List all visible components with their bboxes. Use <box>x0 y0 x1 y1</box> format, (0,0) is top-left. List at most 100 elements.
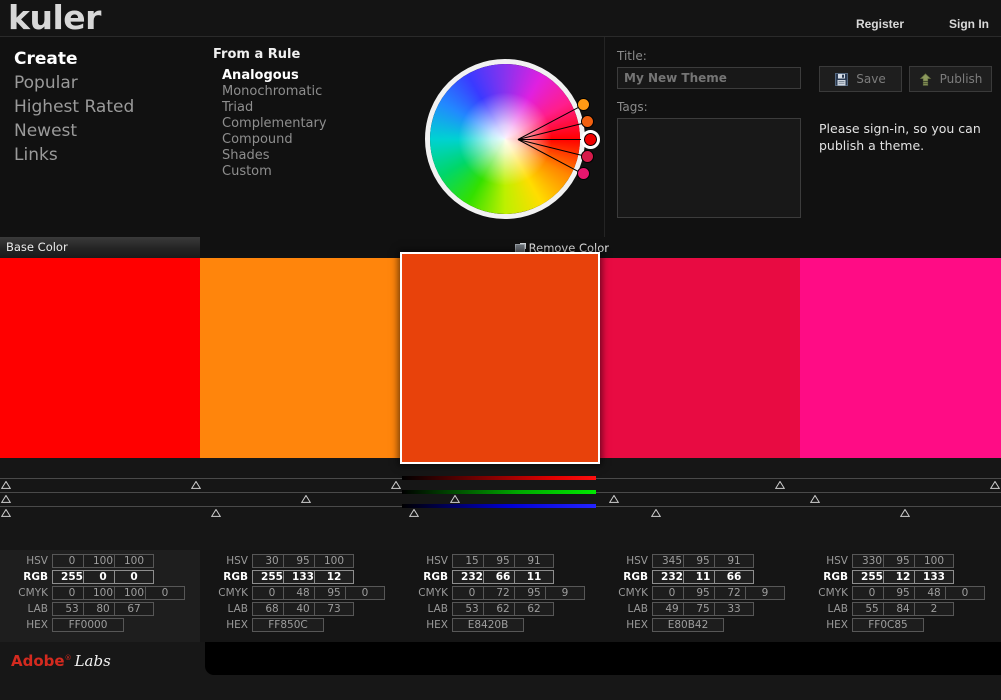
color-swatch-4[interactable] <box>600 258 800 458</box>
value-field-lab-3[interactable]: 73 <box>314 602 354 616</box>
color-values-column-4: HSV 345 95 91 RGB 232 11 66 CMYK 0 95 72 9 LAB 49 75 33 H… <box>600 550 800 642</box>
channel-thumb-r-5[interactable] <box>990 481 1000 489</box>
value-field-cmyk-4[interactable]: 0 <box>345 586 385 600</box>
sidebar-item-newest[interactable]: Newest <box>14 119 194 143</box>
rule-item-analogous[interactable]: Analogous <box>213 68 403 84</box>
channel-thumb-r-1[interactable] <box>1 481 11 489</box>
theme-form: Title: Tags: Save <box>604 37 1001 237</box>
footer-dark-panel <box>205 642 1001 675</box>
rule-item-monochromatic[interactable]: Monochromatic <box>213 84 403 100</box>
value-field-rgb-3[interactable]: 0 <box>114 570 154 584</box>
rule-item-compound[interactable]: Compound <box>213 132 403 148</box>
channel-bar-g[interactable] <box>402 490 596 494</box>
wheel-node-1[interactable] <box>576 97 590 111</box>
value-field-rgb-3[interactable]: 11 <box>514 570 554 584</box>
wheel-node-5[interactable] <box>576 167 590 181</box>
theme-tags-input[interactable] <box>617 118 801 218</box>
value-row-lab: LAB 53 80 67 <box>0 602 200 618</box>
value-row-hsv: HSV 345 95 91 <box>600 554 800 570</box>
color-swatch-2[interactable] <box>200 258 400 458</box>
wheel-spoke <box>518 139 590 140</box>
kuler-app: kuler Register Sign In Create Popular High… <box>0 0 1001 700</box>
value-field-rgb-3[interactable]: 66 <box>714 570 754 584</box>
save-button[interactable]: Save <box>819 66 902 92</box>
channel-thumb-g-4[interactable] <box>609 495 619 503</box>
rule-item-triad[interactable]: Triad <box>213 100 403 116</box>
value-label-lab: LAB <box>827 603 848 615</box>
value-field-lab-3[interactable]: 33 <box>714 602 754 616</box>
value-field-hsv-3[interactable]: 91 <box>514 554 554 568</box>
value-label-hsv: HSV <box>226 555 248 567</box>
value-field-hex[interactable]: FF850C <box>252 618 324 632</box>
sidebar-item-popular[interactable]: Popular <box>14 71 194 95</box>
value-field-hex[interactable]: E80B42 <box>652 618 724 632</box>
value-field-hsv-3[interactable]: 100 <box>314 554 354 568</box>
value-field-hex[interactable]: E8420B <box>452 618 524 632</box>
value-field-cmyk-4[interactable]: 0 <box>145 586 185 600</box>
sidebar-item-highest-rated[interactable]: Highest Rated <box>14 95 194 119</box>
value-field-hsv-3[interactable]: 100 <box>914 554 954 568</box>
value-label-rgb: RGB <box>223 571 248 583</box>
color-swatch-1[interactable] <box>0 258 200 458</box>
channel-bar-b[interactable] <box>402 504 596 508</box>
rules-panel: From a Rule Analogous Monochromatic Triad C… <box>213 47 403 180</box>
channel-thumb-g-3[interactable] <box>450 495 460 503</box>
register-link[interactable]: Register <box>856 17 904 31</box>
color-swatch-5[interactable] <box>800 258 1001 458</box>
channel-thumb-g-1[interactable] <box>1 495 11 503</box>
channel-bar-r[interactable] <box>402 476 596 480</box>
channel-thumb-b-3[interactable] <box>409 509 419 517</box>
channel-thumb-r-2[interactable] <box>191 481 201 489</box>
channel-thumb-g-2[interactable] <box>301 495 311 503</box>
value-field-cmyk-4[interactable]: 9 <box>545 586 585 600</box>
value-label-rgb: RGB <box>23 571 48 583</box>
title-label: Title: <box>617 49 647 63</box>
value-row-rgb: RGB 255 133 12 <box>200 570 400 586</box>
channel-thumb-b-5[interactable] <box>900 509 910 517</box>
rule-item-custom[interactable]: Custom <box>213 164 403 180</box>
channel-thumb-r-4[interactable] <box>775 481 785 489</box>
wheel-node-4[interactable] <box>581 149 595 163</box>
rule-item-shades[interactable]: Shades <box>213 148 403 164</box>
value-field-cmyk-4[interactable]: 9 <box>745 586 785 600</box>
wheel-node-3-selected[interactable] <box>580 129 600 149</box>
channel-thumb-b-1[interactable] <box>1 509 11 517</box>
value-row-lab: LAB 55 84 2 <box>800 602 1000 618</box>
channel-thumb-b-4[interactable] <box>651 509 661 517</box>
value-field-lab-3[interactable]: 2 <box>914 602 954 616</box>
value-field-rgb-3[interactable]: 12 <box>314 570 354 584</box>
color-wheel[interactable] <box>425 59 600 219</box>
value-field-rgb-3[interactable]: 133 <box>914 570 954 584</box>
channel-thumb-g-5[interactable] <box>810 495 820 503</box>
value-label-lab: LAB <box>27 603 48 615</box>
sign-in-link[interactable]: Sign In <box>949 17 989 31</box>
channel-sliders <box>0 458 1001 550</box>
value-field-hex[interactable]: FF0000 <box>52 618 124 632</box>
value-field-cmyk-4[interactable]: 0 <box>945 586 985 600</box>
value-field-lab-3[interactable]: 62 <box>514 602 554 616</box>
base-color-tab[interactable]: Base Color <box>0 237 200 258</box>
publish-button[interactable]: Publish <box>909 66 992 92</box>
color-values-column-3: HSV 15 95 91 RGB 232 66 11 CMYK 0 72 95 9 LAB 53 62 62 HE… <box>400 550 600 642</box>
color-values-column-5: HSV 330 95 100 RGB 255 12 133 CMYK 0 95 48 0 LAB 55 84 2… <box>800 550 1001 642</box>
channel-thumb-r-3[interactable] <box>391 481 401 489</box>
sidebar-nav: Create Popular Highest Rated Newest Links <box>14 47 194 167</box>
channel-thumb-b-2[interactable] <box>211 509 221 517</box>
value-row-cmyk: CMYK 0 100 100 0 <box>0 586 200 602</box>
value-field-hex[interactable]: FF0C85 <box>852 618 924 632</box>
color-swatch-3-selected[interactable] <box>400 252 600 464</box>
value-field-hsv-3[interactable]: 91 <box>714 554 754 568</box>
value-label-rgb: RGB <box>823 571 848 583</box>
theme-title-input[interactable] <box>617 67 801 89</box>
sidebar-item-create[interactable]: Create <box>14 47 194 71</box>
rule-item-complementary[interactable]: Complementary <box>213 116 403 132</box>
sidebar-item-links[interactable]: Links <box>14 143 194 167</box>
value-field-lab-3[interactable]: 67 <box>114 602 154 616</box>
labs-wordmark: Labs <box>74 652 111 670</box>
wheel-node-2[interactable] <box>581 115 595 129</box>
value-label-hex: HEX <box>226 619 248 631</box>
value-field-hsv-3[interactable]: 100 <box>114 554 154 568</box>
swatch-row <box>0 252 1001 464</box>
value-label-hex: HEX <box>26 619 48 631</box>
value-row-hsv: HSV 30 95 100 <box>200 554 400 570</box>
